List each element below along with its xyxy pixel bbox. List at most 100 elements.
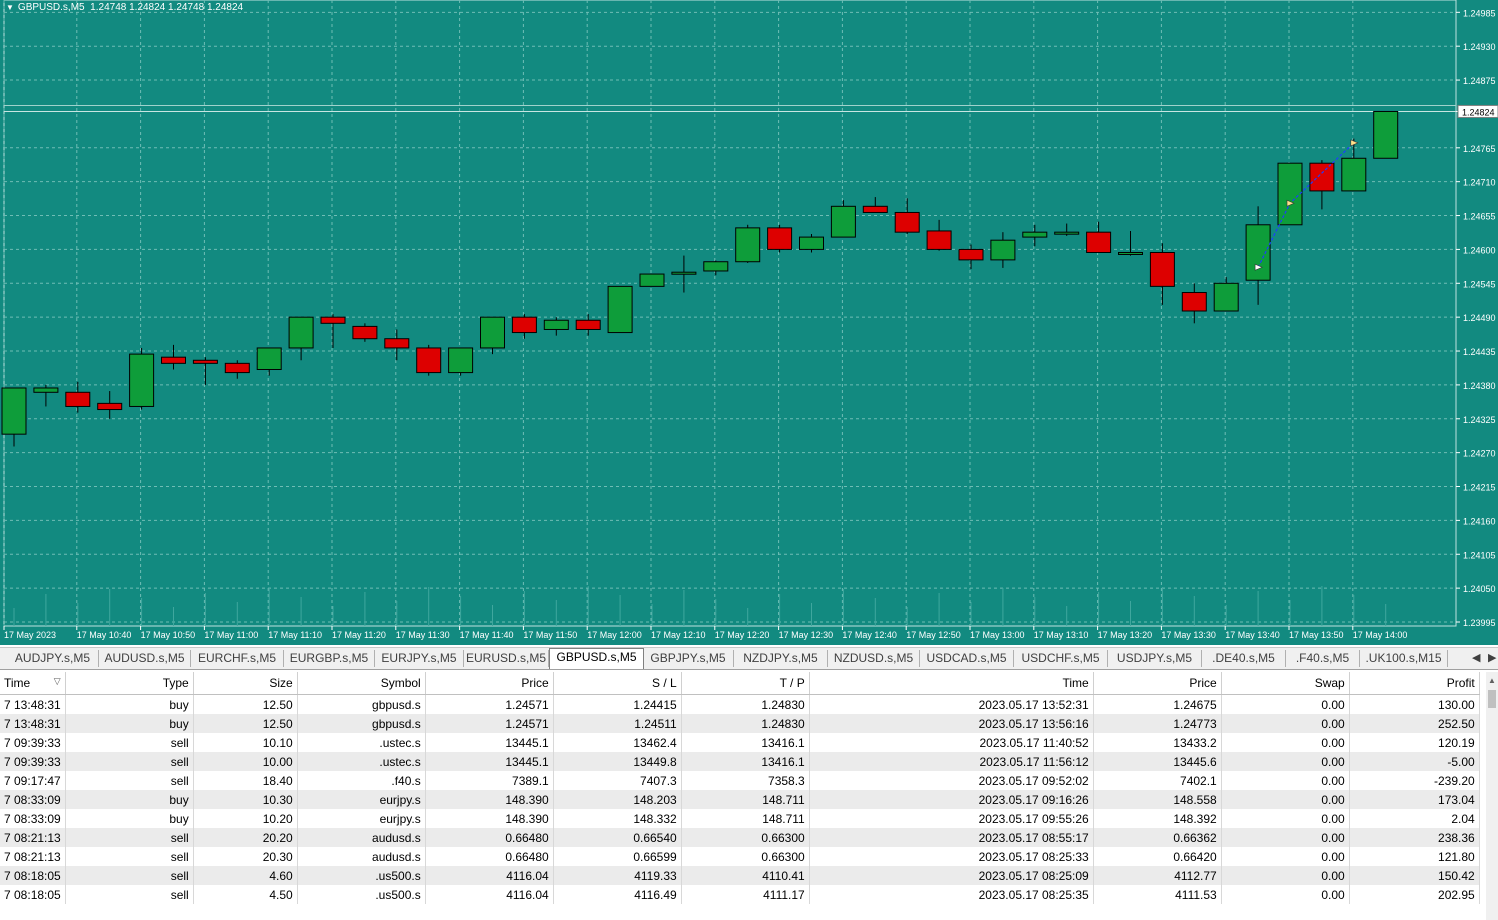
chart-tab[interactable]: USDCHF.s,M5 — [1014, 650, 1108, 667]
table-cell: 148.390 — [425, 809, 554, 828]
chart-tab[interactable]: EURGBP.s,M5 — [284, 650, 375, 667]
scrollbar-thumb[interactable] — [1488, 690, 1496, 708]
bear-candle — [958, 248, 984, 261]
table-cell: 1.24830 — [681, 694, 810, 714]
bear-candle — [192, 359, 218, 364]
table-cell: 148.392 — [1093, 809, 1222, 828]
bear-candle — [1181, 292, 1207, 312]
bear-candle — [384, 338, 410, 349]
table-cell: buy — [65, 694, 194, 714]
bull-candle — [799, 236, 824, 250]
chart-tab[interactable]: GBPJPY.s,M5 — [643, 650, 734, 667]
chart-tab[interactable]: EURUSD.s,M5 — [464, 650, 549, 667]
bear-candle — [767, 227, 793, 250]
chart-tab[interactable]: NZDJPY.s,M5 — [734, 650, 828, 667]
column-header[interactable]: Type — [65, 672, 194, 695]
table-cell: 7358.3 — [681, 771, 810, 790]
table-row[interactable]: 7 13:48:31 buy 12.50 gbpusd.s 1.24571 1.24511… — [0, 714, 1480, 733]
column-header[interactable]: Profit — [1349, 672, 1480, 695]
chart-tab[interactable]: .DE40.s,M5 — [1202, 650, 1286, 667]
table-cell: 7 08:21:13 — [0, 847, 66, 866]
bear-candle — [894, 211, 920, 233]
vertical-scrollbar[interactable]: ▲ — [1486, 672, 1498, 920]
table-row[interactable]: 7 09:17:47 sell 18.40 .f40.s 7389.1 7407.3 735… — [0, 771, 1480, 790]
price-chart[interactable]: 1.24985 1.24930 1.24875 1.24824 1.24765 1.247… — [0, 0, 1498, 645]
table-row[interactable]: 7 08:18:05 sell 4.60 .us500.s 4116.04 4119.33… — [0, 866, 1480, 885]
time-tick-label: 17 May 13:30 — [1161, 630, 1216, 640]
bull-candle — [1, 387, 27, 435]
chart-tab[interactable]: USDJPY.s,M5 — [1108, 650, 1202, 667]
table-cell: 0.66300 — [681, 828, 810, 847]
table-cell: 13445.1 — [425, 752, 554, 771]
column-header[interactable]: Time ▽ — [0, 672, 66, 695]
table-cell: 7 08:21:13 — [0, 828, 66, 847]
table-cell: 150.42 — [1349, 866, 1480, 885]
table-row[interactable]: 7 08:18:05 sell 4.50 .us500.s 4116.04 4116.49… — [0, 885, 1480, 904]
table-row[interactable]: 7 08:21:13 sell 20.20 audusd.s 0.66480 0.6654… — [0, 828, 1480, 847]
price-tick-label: 1.23995 — [1463, 618, 1496, 628]
time-tick-label: 17 May 13:50 — [1289, 630, 1344, 640]
table-cell: 13445.1 — [425, 733, 554, 752]
table-cell: 130.00 — [1349, 694, 1480, 714]
table-cell: sell — [65, 733, 194, 752]
bear-candle — [1086, 231, 1112, 253]
table-cell: 20.30 — [193, 847, 298, 866]
table-row[interactable]: 7 08:33:09 buy 10.20 eurjpy.s 148.390 148.332… — [0, 809, 1480, 828]
chart-tab[interactable]: EURJPY.s,M5 — [375, 650, 464, 667]
table-cell: gbpusd.s — [297, 714, 426, 733]
table-cell: 13445.6 — [1093, 752, 1222, 771]
collapse-triangle-icon[interactable]: ▼ — [6, 3, 14, 12]
column-header[interactable]: Price — [425, 672, 554, 695]
column-header[interactable]: S / L — [553, 672, 682, 695]
candlestick-chart[interactable]: 1.24985 1.24930 1.24875 1.24824 1.24765 1.247… — [0, 0, 1498, 645]
table-row[interactable]: 7 09:39:33 sell 10.10 .ustec.s 13445.1 13462.… — [0, 733, 1480, 752]
bull-candle — [288, 316, 314, 349]
table-cell: 0.00 — [1221, 752, 1350, 771]
bull-candle — [703, 261, 729, 272]
sort-descending-icon[interactable]: ▽ — [54, 676, 61, 687]
tabs-scroll-right-icon[interactable]: ▶ — [1488, 651, 1496, 664]
column-header[interactable]: Price — [1093, 672, 1222, 695]
bear-candle — [1309, 162, 1335, 192]
table-cell: .ustec.s — [297, 752, 426, 771]
table-cell: 4119.33 — [553, 866, 682, 885]
table-row[interactable]: 7 13:48:31 buy 12.50 gbpusd.s 1.24571 1.24415… — [0, 694, 1480, 714]
table-row[interactable]: 7 08:21:13 sell 20.30 audusd.s 0.66480 0.6659… — [0, 847, 1480, 866]
table-cell: 13416.1 — [681, 733, 810, 752]
chart-tab[interactable]: GBPUSD.s,M5 — [549, 648, 644, 669]
scroll-up-icon[interactable]: ▲ — [1488, 676, 1496, 685]
table-cell: 7389.1 — [425, 771, 554, 790]
table-cell: 4116.49 — [553, 885, 682, 904]
table-cell: sell — [65, 752, 194, 771]
chart-tab[interactable]: USDCAD.s,M5 — [920, 650, 1014, 667]
table-cell: .ustec.s — [297, 733, 426, 752]
bull-candle — [1245, 224, 1271, 281]
table-cell: 13462.4 — [553, 733, 682, 752]
chart-tab[interactable]: .F40.s,M5 — [1286, 650, 1360, 667]
table-cell: -239.20 — [1349, 771, 1480, 790]
chart-tab[interactable]: EURCHF.s,M5 — [191, 650, 284, 667]
chart-tab[interactable]: .UK100.s,M15 — [1360, 650, 1448, 667]
table-row[interactable]: 7 09:39:33 sell 10.00 .ustec.s 13445.1 13449.… — [0, 752, 1480, 771]
time-tick-label: 17 May 13:20 — [1098, 630, 1153, 640]
column-header[interactable]: Time — [809, 672, 1094, 695]
table-cell: 0.00 — [1221, 790, 1350, 809]
table-cell: audusd.s — [297, 847, 426, 866]
time-tick-label: 17 May 10:50 — [141, 630, 196, 640]
column-header[interactable]: Size — [193, 672, 298, 695]
column-header[interactable]: Swap — [1221, 672, 1350, 695]
table-row[interactable]: 7 08:33:09 buy 10.30 eurjpy.s 148.390 148.203… — [0, 790, 1480, 809]
table-cell: buy — [65, 790, 194, 809]
bull-candle — [1054, 231, 1080, 235]
chart-tab[interactable]: NZDUSD.s,M5 — [828, 650, 920, 667]
tabs-scroll-left-icon[interactable]: ◀ — [1472, 651, 1480, 664]
time-tick-label: 17 May 12:40 — [842, 630, 897, 640]
bear-candle — [97, 402, 123, 411]
chart-tab[interactable]: AUDJPY.s,M5 — [7, 650, 99, 667]
table-cell: eurjpy.s — [297, 809, 426, 828]
table-cell: 1.24830 — [681, 714, 810, 733]
column-header[interactable]: Symbol — [297, 672, 426, 695]
bear-candle — [926, 230, 952, 250]
column-header[interactable]: T / P — [681, 672, 810, 695]
chart-tab[interactable]: AUDUSD.s,M5 — [99, 650, 191, 667]
